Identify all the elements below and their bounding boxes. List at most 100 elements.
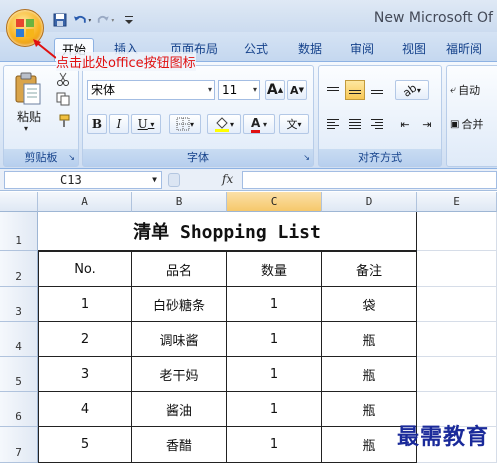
name-box-value: C13 [60,173,82,187]
alignment-label-text: 对齐方式 [358,151,402,164]
table-cell[interactable]: 酱油 [132,392,227,427]
increase-indent-button[interactable]: ⇥ [417,114,437,134]
underline-label: U [137,117,148,131]
wrap-text-button[interactable]: ⤶ 自动 [449,80,497,100]
undo-icon[interactable] [73,11,93,29]
row-header-3[interactable]: 3 [0,287,38,322]
tab-view[interactable]: 视图 [394,38,434,62]
alignment-group-label: 对齐方式 [319,149,441,166]
header-cell-no[interactable]: No. [38,251,132,287]
align-right-button[interactable] [367,114,387,134]
header-cell-item[interactable]: 品名 [132,251,227,287]
row-header-7[interactable]: 7 [0,427,38,463]
dialog-launcher-icon[interactable]: ↘ [303,149,310,166]
table-cell[interactable]: 香醋 [132,427,227,463]
table-cell[interactable]: 1 [227,322,322,357]
row-header-4[interactable]: 4 [0,322,38,357]
align-left-button[interactable] [323,114,343,134]
row-header-6[interactable]: 6 [0,392,38,427]
select-all-corner[interactable] [0,192,38,212]
align-center-button[interactable] [345,114,365,134]
underline-button[interactable]: U ▾ [131,114,161,134]
borders-button[interactable]: ▾ [169,114,201,134]
column-header-b[interactable]: B [132,192,227,212]
table-cell[interactable]: 袋 [322,287,417,322]
row-header-5[interactable]: 5 [0,357,38,392]
formula-input[interactable] [242,171,497,189]
row-header-1[interactable]: 1 [0,212,38,251]
italic-button[interactable]: I [109,114,129,134]
window-title: New Microsoft Of [373,10,493,26]
empty-cell[interactable] [417,322,497,357]
annotation-text: 点击此处office按钮图标 [56,52,196,71]
paste-dropdown-icon[interactable]: ▾ [24,124,28,133]
insert-function-icon[interactable]: fx [222,172,233,186]
tab-foxit[interactable]: 福昕阅 [446,38,497,62]
copy-icon[interactable] [56,92,70,109]
tab-review[interactable]: 审阅 [342,38,382,62]
formula-bar: C13 ▼ fx [0,169,497,191]
font-size-combo[interactable]: 11 ▾ [218,80,260,100]
table-cell[interactable]: 瓶 [322,357,417,392]
bold-button[interactable]: B [87,114,107,134]
phonetic-button[interactable]: 文 ▾ [279,114,309,134]
format-painter-icon[interactable] [56,114,70,131]
clipboard-group: 粘贴 ▾ 剪贴板 ↘ [3,65,79,167]
column-header-a[interactable]: A [38,192,132,212]
merge-button[interactable]: ▣ 合并 [449,114,497,134]
orientation-button[interactable]: ab ▾ [395,80,429,100]
align-bottom-button[interactable] [367,80,387,100]
table-cell[interactable]: 5 [38,427,132,463]
fill-color-button[interactable]: ▾ [207,114,241,134]
save-icon[interactable] [50,11,70,29]
align-center-icon [349,119,361,129]
empty-cell[interactable] [417,287,497,322]
font-name-combo[interactable]: 宋体 ▾ [87,80,215,100]
align-top-icon [327,86,339,94]
table-cell[interactable]: 1 [38,287,132,322]
table-cell[interactable]: 1 [227,357,322,392]
formula-bar-splitter[interactable] [168,173,180,187]
dialog-launcher-icon[interactable]: ↘ [68,149,75,166]
header-cell-note[interactable]: 备注 [322,251,417,287]
align-middle-button[interactable] [345,80,365,100]
align-right-icon [371,119,383,129]
empty-cell[interactable] [417,212,497,251]
table-cell[interactable]: 2 [38,322,132,357]
empty-cell[interactable] [417,357,497,392]
table-cell[interactable]: 1 [227,287,322,322]
decrease-indent-button[interactable]: ⇤ [395,114,415,134]
column-header-c[interactable]: C [227,192,322,212]
column-header-e[interactable]: E [417,192,497,212]
align-middle-icon [349,87,361,94]
align-top-button[interactable] [323,80,343,100]
table-cell[interactable]: 调味酱 [132,322,227,357]
table-cell[interactable]: 4 [38,392,132,427]
paste-label[interactable]: 粘贴 [12,108,46,125]
table-cell[interactable]: 1 [227,392,322,427]
sheet-title-cell[interactable]: 清单 Shopping List [38,212,417,251]
empty-cell[interactable] [417,251,497,287]
name-box[interactable]: C13 ▼ [4,171,162,189]
row-header-2[interactable]: 2 [0,251,38,287]
grow-font-button[interactable]: A ▲ [265,80,285,100]
paste-icon[interactable] [12,72,42,106]
table-cell[interactable]: 老干妈 [132,357,227,392]
table-cell[interactable]: 白砂糖条 [132,287,227,322]
cut-icon[interactable] [56,72,70,89]
font-color-button[interactable]: A ▾ [243,114,275,134]
font-group: 宋体 ▾ 11 ▾ A ▲ A ▼ B I U ▾ ▾ ▾ A ▾ 文 ▾ 字体 ↘ [82,65,314,167]
chevron-down-icon: ▼ [152,175,157,184]
table-cell[interactable]: 3 [38,357,132,392]
tab-formulas[interactable]: 公式 [236,38,276,62]
shrink-font-button[interactable]: A ▼ [287,80,307,100]
ribbon: 粘贴 ▾ 剪贴板 ↘ 宋体 ▾ 11 ▾ A ▲ A ▼ B I U ▾ ▾ ▾… [0,61,497,169]
column-header-d[interactable]: D [322,192,417,212]
grow-font-label: A [266,82,278,98]
redo-icon[interactable] [96,11,116,29]
header-cell-qty[interactable]: 数量 [227,251,322,287]
table-cell[interactable]: 瓶 [322,322,417,357]
table-cell[interactable]: 1 [227,427,322,463]
customize-qat-icon[interactable] [119,11,139,29]
tab-data[interactable]: 数据 [290,38,330,62]
